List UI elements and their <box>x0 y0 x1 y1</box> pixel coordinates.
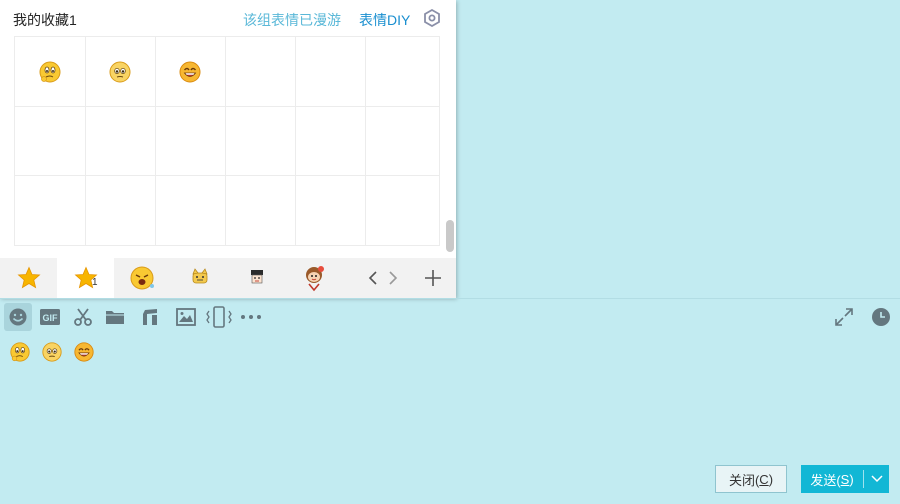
close-label-end: ) <box>768 471 774 487</box>
tab-badge: 1 <box>92 277 98 288</box>
tab-sticker-character[interactable] <box>228 258 285 298</box>
emoji-panel: 我的收藏1 该组表情已漫游 表情DIY 1 <box>0 0 456 298</box>
thinking-face-icon <box>39 61 61 82</box>
pleading-face-icon <box>42 342 62 362</box>
svg-text:GIF: GIF <box>43 313 59 323</box>
tab-emoji-crying[interactable] <box>114 258 171 298</box>
message-input[interactable] <box>0 336 900 456</box>
panel-header: 我的收藏1 该组表情已漫游 表情DIY <box>0 0 456 36</box>
more-icon <box>241 315 261 319</box>
chat-divider <box>0 298 900 299</box>
sticker-monkey-icon <box>305 266 324 292</box>
emoji-tab-bar: 1 <box>0 258 456 298</box>
expand-button[interactable] <box>830 303 858 331</box>
close-button[interactable]: 关闭(C) <box>715 465 787 493</box>
panel-title: 我的收藏1 <box>13 12 77 28</box>
music-button[interactable] <box>136 303 164 331</box>
shake-icon <box>206 306 232 328</box>
gif-icon: GIF <box>40 309 60 325</box>
emoji-grid <box>14 36 440 246</box>
send-button-group: 发送(S) <box>801 465 889 493</box>
emoji-diy-link[interactable]: 表情DIY <box>359 10 410 30</box>
close-mnemonic: C <box>759 471 769 487</box>
image-button[interactable] <box>172 303 200 331</box>
grid-cell[interactable] <box>15 37 86 107</box>
grid-cell[interactable] <box>85 106 156 176</box>
grid-cell[interactable] <box>295 37 366 107</box>
tab-sticker-cat[interactable] <box>171 258 228 298</box>
sticker-cat-icon <box>191 268 208 284</box>
send-file-button[interactable] <box>101 303 129 331</box>
grid-cell[interactable] <box>155 176 226 246</box>
grid-cell[interactable] <box>85 37 156 107</box>
emoji-icon <box>9 308 27 326</box>
more-tools-button[interactable] <box>237 303 265 331</box>
settings-icon[interactable] <box>423 8 441 28</box>
tab-sticker-monkey[interactable] <box>285 258 342 298</box>
grid-cell[interactable] <box>225 106 296 176</box>
grid-cell[interactable] <box>85 176 156 246</box>
scissors-icon <box>74 308 92 326</box>
chevron-down-icon <box>870 475 883 483</box>
star-icon <box>17 266 40 289</box>
grid-cell[interactable] <box>15 106 86 176</box>
send-mnemonic: S <box>840 471 850 487</box>
image-icon <box>176 308 196 326</box>
grid-cell[interactable] <box>365 37 440 107</box>
screenshot-button[interactable] <box>69 303 97 331</box>
tab-favorites-default[interactable] <box>0 258 57 298</box>
grid-cell[interactable] <box>15 176 86 246</box>
shake-button[interactable] <box>205 303 233 331</box>
music-icon <box>143 309 157 325</box>
grid-cell[interactable] <box>225 176 296 246</box>
roam-status-text: 该组表情已漫游 <box>243 12 341 28</box>
grid-cell[interactable] <box>365 106 440 176</box>
history-clock-icon <box>872 308 890 326</box>
grid-cell[interactable] <box>155 106 226 176</box>
grid-cell[interactable] <box>365 176 440 246</box>
plus-icon <box>425 270 441 286</box>
send-label: 发送( <box>810 472 841 488</box>
expand-icon <box>835 308 853 326</box>
pleading-face-icon <box>109 61 131 82</box>
grinning-face-icon <box>179 61 201 82</box>
emoji-button[interactable] <box>4 303 32 331</box>
send-label-end: ) <box>849 471 854 487</box>
input-toolbar: GIF <box>0 303 900 333</box>
close-label: 关闭( <box>728 472 760 488</box>
grinning-face-icon <box>74 342 94 362</box>
grid-cell[interactable] <box>295 106 366 176</box>
scrollbar-thumb[interactable] <box>446 220 454 252</box>
chevron-right-icon[interactable] <box>386 270 400 286</box>
send-options-button[interactable] <box>864 465 889 493</box>
crying-face-icon <box>130 266 154 290</box>
tab-navigation <box>362 258 408 298</box>
history-button[interactable] <box>867 303 895 331</box>
gif-button[interactable]: GIF <box>36 303 64 331</box>
grid-cell[interactable] <box>295 176 366 246</box>
send-button[interactable]: 发送(S) <box>801 465 863 493</box>
grid-cell[interactable] <box>155 37 226 107</box>
grid-cell[interactable] <box>225 37 296 107</box>
folder-icon <box>106 311 124 324</box>
tab-favorites-1[interactable]: 1 <box>57 258 114 298</box>
thinking-face-icon <box>10 342 30 362</box>
add-emoji-pack-button[interactable] <box>418 258 448 298</box>
sticker-character-icon <box>250 270 263 284</box>
chevron-left-icon[interactable] <box>366 270 380 286</box>
